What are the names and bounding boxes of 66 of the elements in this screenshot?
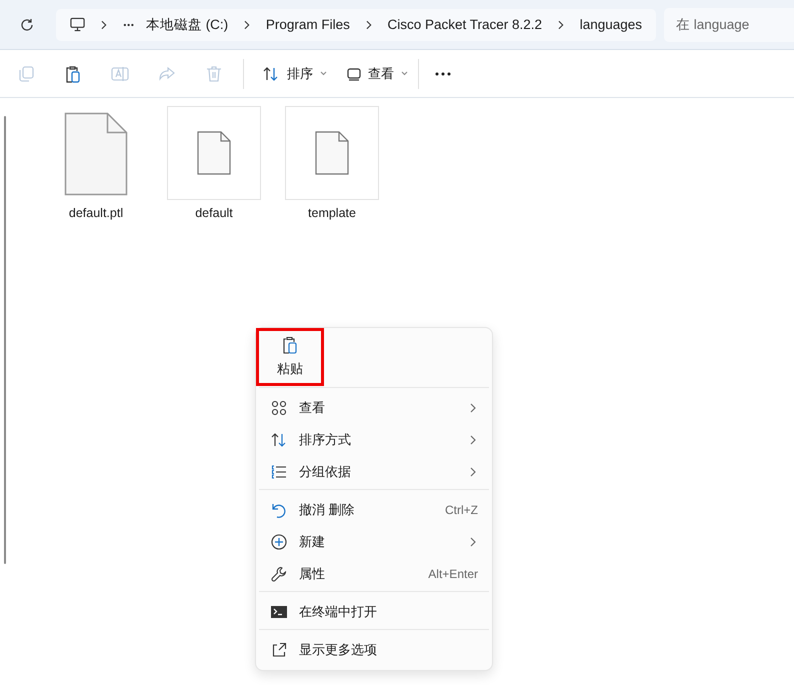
clipboard-icon [282, 336, 298, 354]
grid-icon [271, 400, 287, 416]
file-name[interactable]: default.ptl [68, 206, 124, 220]
menu-item[interactable]: 撤消 删除 Ctrl+Z [256, 494, 492, 526]
search-field[interactable]: 在 language [664, 8, 794, 42]
chevron-icon [470, 403, 476, 413]
list-icon [271, 464, 287, 480]
menu-label: 属性 [299, 565, 326, 583]
shortcut-text: Ctrl+Z [445, 503, 478, 517]
menu-label: 排序方式 [299, 431, 352, 449]
paste-button[interactable]: 粘贴 [256, 328, 324, 386]
sort-menu-button[interactable]: 排序 [252, 58, 337, 90]
chevron-icon [470, 467, 476, 477]
menu-label: 撤消 删除 [299, 501, 356, 519]
breadcrumb-item[interactable]: Program Files [266, 17, 350, 32]
computer-icon[interactable] [70, 17, 86, 32]
chevron-icon [244, 20, 250, 30]
caret-icon [320, 71, 327, 76]
file-name[interactable]: template [308, 206, 356, 220]
delete-icon [205, 64, 223, 82]
undo-icon [271, 502, 287, 518]
menu-item[interactable]: 新建 [256, 526, 492, 558]
file-thumbnail[interactable] [285, 106, 379, 200]
caret-icon [401, 71, 408, 76]
menu-label: 在终端中打开 [299, 603, 378, 621]
share-icon [158, 64, 176, 82]
plus-circle-icon [271, 534, 287, 550]
breadcrumb-item[interactable]: Cisco Packet Tracer 8.2.2 [388, 17, 542, 32]
chevron-icon [470, 537, 476, 547]
menu-item[interactable]: 分组依据 [256, 456, 492, 488]
menu-label: 分组依据 [299, 463, 352, 481]
shortcut-text: Alt+Enter [428, 567, 478, 581]
more-icon[interactable] [435, 72, 451, 76]
view-menu-button[interactable]: 查看 [337, 58, 418, 90]
menu-item[interactable]: 查看 [256, 392, 492, 424]
refresh-icon[interactable] [20, 18, 34, 32]
menu-item[interactable]: 显示更多选项 [256, 634, 492, 666]
menu-label: 新建 [299, 533, 326, 551]
menu-label: 查看 [299, 399, 326, 417]
terminal-icon [271, 604, 287, 620]
menu-item[interactable]: 在终端中打开 [256, 596, 492, 628]
file-thumbnail[interactable] [167, 106, 261, 200]
chevron-icon [366, 20, 372, 30]
external-link-icon [271, 642, 287, 658]
chevron-icon [470, 435, 476, 445]
rename-icon [111, 64, 129, 82]
menu-item[interactable]: 属性 Alt+Enter [256, 558, 492, 590]
menu-item[interactable]: 排序方式 [256, 424, 492, 456]
wrench-icon [271, 566, 287, 582]
window-icon [347, 66, 361, 80]
menu-label: 显示更多选项 [299, 641, 378, 659]
chevron-icon [101, 20, 107, 30]
address-bar[interactable]: 本地磁盘 (C:) Program Files Cisco Packet Tracer 8.2.2 languages [56, 8, 656, 40]
document-icon [197, 131, 231, 175]
breadcrumb-item[interactable]: languages [580, 17, 642, 32]
document-icon [315, 131, 349, 175]
scrollbar[interactable] [4, 116, 6, 564]
breadcrumb-item[interactable]: 本地磁盘 (C:) [146, 16, 228, 34]
clipboard-icon [64, 64, 82, 82]
chevron-icon [558, 20, 564, 30]
copy-icon [17, 64, 35, 82]
sort-icon [271, 432, 287, 448]
sort-icon [262, 66, 280, 82]
document-icon[interactable] [64, 112, 128, 196]
more-icon[interactable] [122, 22, 134, 26]
file-name[interactable]: default [195, 206, 233, 220]
